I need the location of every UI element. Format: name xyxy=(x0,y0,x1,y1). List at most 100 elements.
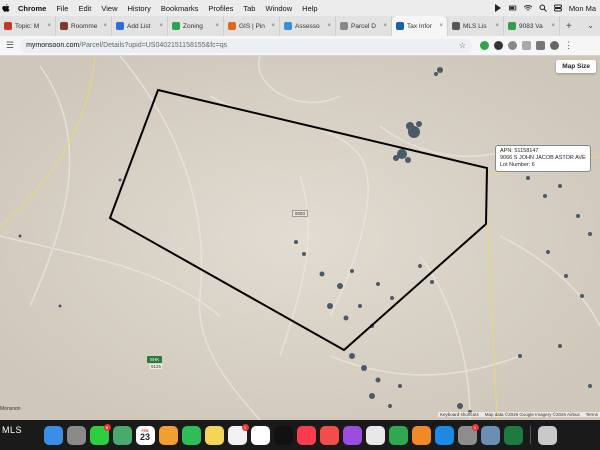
tab-favicon-icon xyxy=(452,22,460,30)
new-tab-button[interactable]: + xyxy=(566,21,572,32)
tab-favicon-icon xyxy=(172,22,180,30)
tab-close-icon[interactable]: × xyxy=(327,23,331,29)
launchpad-icon[interactable] xyxy=(66,425,86,445)
extension-square-icon[interactable] xyxy=(536,41,546,50)
appstore-icon[interactable] xyxy=(434,425,454,445)
tab-close-icon[interactable]: × xyxy=(159,23,163,29)
tab-label: Topic: M xyxy=(15,22,40,30)
news-icon[interactable] xyxy=(319,425,339,445)
reminders-icon[interactable]: 1 xyxy=(227,423,249,445)
bookmark-star-icon[interactable]: ☆ xyxy=(459,41,466,50)
tab-7[interactable]: Tax Infor × xyxy=(392,16,448,36)
music-icon[interactable] xyxy=(296,425,316,445)
keyboard-shortcuts-link[interactable]: Keyboard shortcuts xyxy=(440,412,479,417)
podcasts-icon[interactable] xyxy=(342,425,362,445)
map-size-button[interactable]: Map Size xyxy=(556,60,596,73)
calendar-icon[interactable]: FEB 23 xyxy=(135,425,155,445)
tab-0[interactable]: Topic: M × xyxy=(0,16,56,36)
facetime-icon[interactable] xyxy=(181,425,201,445)
tab-label: Add List xyxy=(127,22,151,30)
tab-favicon-icon xyxy=(284,22,292,30)
control-center-icon[interactable] xyxy=(553,4,562,12)
parcel-callout: APN: 51158147 9066 S JOHN JACOB ASTOR AV… xyxy=(495,145,591,172)
status-area: Mon Ma xyxy=(494,0,600,16)
battery-icon[interactable] xyxy=(508,4,517,12)
callout-lot: Lot Number: 6 xyxy=(500,162,535,168)
tab-close-icon[interactable]: × xyxy=(47,23,51,29)
numbers-icon[interactable] xyxy=(388,425,408,445)
extension-green-icon[interactable] xyxy=(480,41,490,50)
excel-icon[interactable] xyxy=(503,425,523,445)
menu-bookmarks[interactable]: Bookmarks xyxy=(161,4,199,13)
tab-label: Roomme xyxy=(71,22,98,30)
tab-favicon-icon xyxy=(340,22,348,30)
pages-icon[interactable] xyxy=(411,425,431,445)
tab-close-icon[interactable]: × xyxy=(551,23,555,29)
tab-close-icon[interactable]: × xyxy=(271,23,275,29)
tab-4[interactable]: GIS | Pin × xyxy=(224,16,280,36)
terms-link[interactable]: Terms xyxy=(586,412,598,417)
photos-icon[interactable] xyxy=(158,425,178,445)
tab-2[interactable]: Add List × xyxy=(112,16,168,36)
wifi-icon[interactable] xyxy=(523,4,532,12)
apple-icon[interactable] xyxy=(2,3,10,13)
calendar-day: 23 xyxy=(139,431,150,442)
menu-file[interactable]: File xyxy=(56,4,68,13)
extension-gray-icon[interactable] xyxy=(508,41,518,50)
url-path: /Parcel/Details?upid=US0402151158155&fc=… xyxy=(79,42,228,49)
settings-icon[interactable]: 1 xyxy=(457,423,479,445)
preview-icon[interactable] xyxy=(480,425,500,445)
tab-6[interactable]: Parcel D × xyxy=(336,16,392,36)
extension-puzzle-icon[interactable] xyxy=(522,41,532,50)
dock-badge: 1 xyxy=(241,423,249,431)
freeform-icon[interactable] xyxy=(250,425,270,445)
extension-dark-icon[interactable] xyxy=(494,41,504,50)
dock: 9 FEB 23 1 1 xyxy=(0,420,600,450)
search-icon[interactable] xyxy=(539,4,547,12)
tab-close-icon[interactable]: × xyxy=(383,23,387,29)
tab-favicon-icon xyxy=(60,22,68,30)
highway-shield: SHK xyxy=(147,356,163,363)
tab-favicon-icon xyxy=(396,22,404,30)
satellite-map[interactable]: Map Size APN: 51158147 9066 S JOHN JACOB… xyxy=(0,56,600,420)
browser-toolbar: ☰ mymonsoon.com/Parcel/Details?upid=US04… xyxy=(0,36,600,56)
tab-3[interactable]: Zoning × xyxy=(168,16,224,36)
finder-icon[interactable] xyxy=(43,425,63,445)
notes-icon[interactable] xyxy=(204,425,224,445)
chrome-icon[interactable] xyxy=(365,425,385,445)
tab-8[interactable]: MLS Lis × xyxy=(448,16,504,36)
menu-dots-icon[interactable]: ⋮ xyxy=(564,41,573,50)
lot-number-label: 9083 xyxy=(292,210,309,217)
tab-close-icon[interactable]: × xyxy=(215,23,219,29)
map-imagery[interactable] xyxy=(0,56,600,420)
tab-search-chevron-icon[interactable]: ⌄ xyxy=(587,21,594,30)
highway-number: 9125 xyxy=(150,364,163,369)
dock-badge: 1 xyxy=(471,423,479,431)
tune-icon[interactable]: ☰ xyxy=(6,40,14,51)
tab-5[interactable]: Assesso × xyxy=(280,16,336,36)
tab-close-icon[interactable]: × xyxy=(495,23,499,29)
menu-profiles[interactable]: Profiles xyxy=(208,4,233,13)
tab-label: Assesso xyxy=(295,22,320,30)
menu-edit[interactable]: Edit xyxy=(78,4,91,13)
menu-app-name[interactable]: Chrome xyxy=(18,4,46,13)
tab-1[interactable]: Roomme × xyxy=(56,16,112,36)
menu-tab[interactable]: Tab xyxy=(243,4,255,13)
map-attribution: Keyboard shortcuts Map data ©2026 Google… xyxy=(438,412,600,417)
address-bar[interactable]: mymonsoon.com/Parcel/Details?upid=US0402… xyxy=(20,38,473,53)
menu-help[interactable]: Help xyxy=(302,4,317,13)
menu-window[interactable]: Window xyxy=(265,4,292,13)
tv-icon[interactable] xyxy=(273,425,293,445)
menu-history[interactable]: History xyxy=(128,4,151,13)
play-icon[interactable] xyxy=(494,4,502,12)
extension-round-icon[interactable] xyxy=(550,41,560,50)
tab-9[interactable]: 9083 Va × xyxy=(504,16,560,36)
clock[interactable]: Mon Ma xyxy=(569,4,596,13)
menu-view[interactable]: View xyxy=(101,4,117,13)
tab-close-icon[interactable]: × xyxy=(103,23,107,29)
trash-icon[interactable] xyxy=(537,425,557,445)
messages-icon[interactable]: 9 xyxy=(89,423,111,445)
tab-close-icon[interactable]: × xyxy=(439,23,443,29)
maps-icon[interactable] xyxy=(112,425,132,445)
tab-label: GIS | Pin xyxy=(239,22,265,30)
